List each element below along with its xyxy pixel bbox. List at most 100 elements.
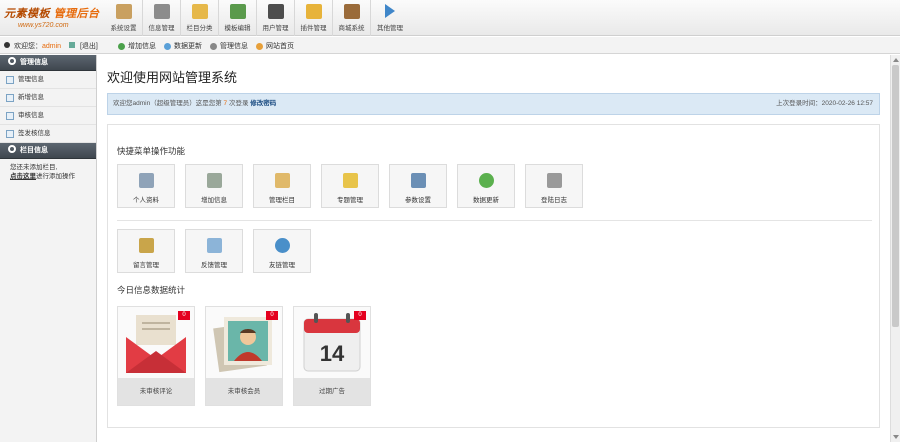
document-icon [6,76,14,84]
logo-title: 元素模板 管理后台 [4,5,104,21]
sidebar-item[interactable]: 新增信息 [0,89,96,107]
sidebar-section-label: 管理信息 [20,59,48,66]
logo-title-b: 管理后台 [53,8,100,20]
topnav-item[interactable]: 用户管理 [257,0,295,36]
topnav-item[interactable]: 栏目分类 [181,0,219,36]
quick-tile-label: 数据更新 [473,197,499,204]
login-count: 7 [223,100,228,107]
quick-tile[interactable]: 个人资料 [117,164,175,208]
quick-links: 增加信息 数据更新 管理信息 网站首页 [118,41,302,51]
logout-link[interactable]: [退出] [80,43,98,50]
category-icon [191,4,208,19]
stats-cards: 0 未审核评论 0 未审核会员 14 0 过期广告 [117,306,381,406]
sidebar-note: 您还未添加栏目, 点击这里进行添加操作 [0,159,96,185]
sidebar-item[interactable]: 签发核信息 [0,125,96,143]
topnav-item[interactable]: 插件管理 [295,0,333,36]
quick-link-icon [118,42,125,50]
logo-title-a: 元素模板 [4,8,50,20]
quick-tile[interactable]: 管理栏目 [253,164,311,208]
quick-tile-label: 登陆日志 [541,197,567,204]
topnav-label: 信息管理 [148,25,175,32]
user-icon [4,42,10,48]
quick-tile[interactable]: 留言管理 [117,229,175,273]
document-icon [6,130,14,138]
quick-tile[interactable]: 登陆日志 [525,164,583,208]
system-settings-icon [115,4,132,19]
calendar-day: 14 [320,341,345,366]
quick-tile-label: 参数设置 [405,197,431,204]
logo[interactable]: 元素模板 管理后台 www.ys720.com [4,5,104,31]
stat-card[interactable]: 0 未审核评论 [117,306,195,406]
topnav-item[interactable]: 信息管理 [143,0,181,36]
count-badge: 0 [266,311,278,320]
sidebar-section-label: 栏目信息 [20,147,48,154]
note-text: 您还未添加栏目, [10,164,58,171]
quick-tile[interactable]: 增加信息 [185,164,243,208]
quick-tile-label: 友链管理 [269,262,295,269]
quick-tile-label: 专题管理 [337,197,363,204]
topnav-item[interactable]: 其他管理 [371,0,409,36]
add-column-link[interactable]: 点击这里 [10,173,36,180]
stat-card[interactable]: 0 未审核会员 [205,306,283,406]
logo-site: www.ys720.com [18,22,69,29]
scroll-thumb[interactable] [892,65,899,327]
sidebar-section-column[interactable]: 栏目信息 [0,143,96,159]
welcome-text: 欢迎您：admin [退出] [4,41,98,51]
switch-icon [68,42,75,48]
feedback-icon [206,238,222,253]
top-header: 元素模板 管理后台 www.ys720.com 系统设置 信息管理 栏目分类 模板编辑… [0,0,900,36]
quick-link-label: 网站首页 [266,43,294,50]
sidebar-item-label: 签发核信息 [18,130,51,137]
note-text-2: 进行添加操作 [36,173,75,180]
quick-tile-label: 管理栏目 [269,197,295,204]
info-bar: 欢迎您admin（超级管理员）这是您第 7 次登录 修改密码 上次登录时间：20… [107,93,880,115]
quick-link[interactable]: 数据更新 [164,41,202,51]
topnav-item[interactable]: 模板编辑 [219,0,257,36]
sidebar-item[interactable]: 管理信息 [0,71,96,89]
document-icon [6,112,14,120]
welcome-label: 欢迎您： [13,43,42,50]
stat-label: 过期广告 [294,378,370,405]
quick-menu-title: 快捷菜单操作功能 [117,146,186,156]
page-title: 欢迎使用网站管理系统 [107,70,238,85]
change-password-link[interactable]: 修改密码 [250,100,276,107]
scroll-down-arrow-icon[interactable] [893,435,899,439]
last-login-time: 上次登录时间：2020-02-26 12:57 [776,100,873,107]
quick-link-icon [256,42,263,50]
add-info-icon [206,173,222,188]
quick-tile[interactable]: 参数设置 [389,164,447,208]
scroll-up-arrow-icon[interactable] [893,58,899,62]
topnav-label: 插件管理 [300,25,327,32]
quick-tile[interactable]: 友链管理 [253,229,311,273]
quick-link[interactable]: 网站首页 [256,41,294,51]
quick-link-icon [210,42,217,50]
stat-label: 未审核会员 [206,378,282,405]
count-badge: 0 [354,311,366,320]
quick-link[interactable]: 增加信息 [118,41,156,51]
topnav-item[interactable]: 商城系统 [333,0,371,36]
manage-column-icon [274,173,290,188]
topnav-item[interactable]: 系统设置 [105,0,143,36]
plugin-icon [305,4,322,19]
login-log-icon [546,173,562,188]
globe-icon [274,238,290,253]
sidebar-item-label: 审核信息 [18,112,44,119]
main-content: 欢迎使用网站管理系统 欢迎您admin（超级管理员）这是您第 7 次登录 修改密… [97,55,890,442]
gear-icon [8,145,16,153]
vertical-scrollbar[interactable] [890,55,900,442]
quick-tile[interactable]: 反馈管理 [185,229,243,273]
quick-tile-label: 留言管理 [133,262,159,269]
top-nav: 系统设置 信息管理 栏目分类 模板编辑 用户管理 插件管理 商城系统 其他管理 [105,0,409,36]
sidebar-section-manage[interactable]: 管理信息 [0,55,96,71]
sidebar-item[interactable]: 审核信息 [0,107,96,125]
quick-tile[interactable]: 数据更新 [457,164,515,208]
quick-link-label: 管理信息 [220,43,248,50]
quick-link[interactable]: 管理信息 [210,41,248,51]
stats-title: 今日信息数据统计 [117,285,186,295]
topnav-label: 其他管理 [377,25,403,32]
quick-tile[interactable]: 专题管理 [321,164,379,208]
quick-tile-label: 反馈管理 [201,262,227,269]
profile-icon [138,173,154,188]
dashboard-panel: 快捷菜单操作功能 个人资料 增加信息 管理栏目 专题管理 参数设置 数据更新 登陆日志 留言… [107,124,880,428]
stat-card[interactable]: 14 0 过期广告 [293,306,371,406]
